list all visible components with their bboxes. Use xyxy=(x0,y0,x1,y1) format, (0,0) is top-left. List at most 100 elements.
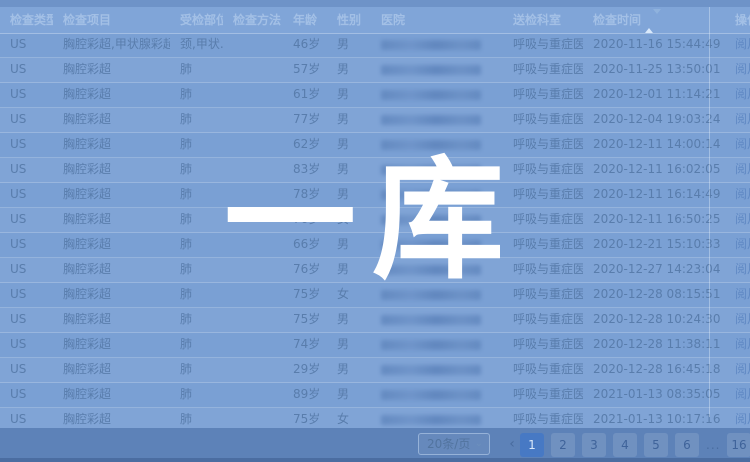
table-row[interactable]: US 胸腔彩超 肺 62岁 男 呼吸与重症医... 2020-12-11 14:… xyxy=(0,133,750,158)
cell-age: 29岁 xyxy=(283,358,327,382)
cell-exam-item: 胸腔彩超,甲状腺彩超 xyxy=(53,33,170,57)
table-header: 检查类型 检查项目 受检部位 检查方法 年龄 性别 医院 送检科室 检查时间 操… xyxy=(0,7,750,34)
cell-gender: 男 xyxy=(327,58,371,82)
cell-gender: 男 xyxy=(327,158,371,182)
header-exam-time[interactable]: 检查时间 xyxy=(583,7,725,33)
cell-exam-item: 胸腔彩超 xyxy=(53,233,170,257)
cell-exam-item: 胸腔彩超 xyxy=(53,208,170,232)
cell-gender: 男 xyxy=(327,233,371,257)
view-film-link[interactable]: 阅片 xyxy=(735,387,750,401)
cell-action: 阅片 xyxy=(725,158,750,182)
page-button-1[interactable]: 1 xyxy=(520,433,544,457)
cell-exam-method xyxy=(223,283,283,307)
view-film-link[interactable]: 阅片 xyxy=(735,137,750,151)
cell-hospital xyxy=(371,283,503,307)
cell-exam-time: 2020-12-01 11:14:21 xyxy=(583,83,725,107)
cell-exam-item: 胸腔彩超 xyxy=(53,283,170,307)
view-film-link[interactable]: 阅片 xyxy=(735,362,750,376)
redacted-hospital-name xyxy=(381,165,481,175)
view-film-link[interactable]: 阅片 xyxy=(735,187,750,201)
table-row[interactable]: US 胸腔彩超 肺 29岁 男 呼吸与重症医... 2020-12-28 16:… xyxy=(0,358,750,383)
table-row[interactable]: US 胸腔彩超 肺 76岁 女 呼吸与重症医... 2020-12-11 16:… xyxy=(0,208,750,233)
view-film-link[interactable]: 阅片 xyxy=(735,87,750,101)
page-button-16[interactable]: 16 xyxy=(727,433,750,457)
cell-age: 78岁 xyxy=(283,183,327,207)
cell-department: 呼吸与重症医... xyxy=(503,258,583,282)
cell-exam-time: 2020-12-27 14:23:04 xyxy=(583,258,725,282)
cell-hospital xyxy=(371,133,503,157)
header-hospital: 医院 xyxy=(371,7,503,33)
cell-hospital xyxy=(371,33,503,57)
cell-hospital xyxy=(371,333,503,357)
view-film-link[interactable]: 阅片 xyxy=(735,287,750,301)
view-film-link[interactable]: 阅片 xyxy=(735,412,750,426)
cell-action: 阅片 xyxy=(725,333,750,357)
view-film-link[interactable]: 阅片 xyxy=(735,312,750,326)
table-row[interactable]: US 胸腔彩超 肺 83岁 男 呼吸与重症医... 2020-12-11 16:… xyxy=(0,158,750,183)
view-film-link[interactable]: 阅片 xyxy=(735,212,750,226)
table-row[interactable]: US 胸腔彩超 肺 75岁 男 呼吸与重症医... 2020-12-28 10:… xyxy=(0,308,750,333)
cell-department: 呼吸与重症医... xyxy=(503,133,583,157)
view-film-link[interactable]: 阅片 xyxy=(735,162,750,176)
view-film-link[interactable]: 阅片 xyxy=(735,62,750,76)
redacted-hospital-name xyxy=(381,290,481,300)
header-exam-type: 检查类型 xyxy=(0,7,53,33)
table-row[interactable]: US 胸腔彩超 肺 76岁 男 呼吸与重症医... 2020-12-27 14:… xyxy=(0,258,750,283)
sort-caret-icon[interactable] xyxy=(645,8,661,34)
cell-gender: 男 xyxy=(327,333,371,357)
cell-age: 76岁 xyxy=(283,208,327,232)
sort-descending-icon[interactable] xyxy=(653,9,661,28)
page-button-6[interactable]: 6 xyxy=(675,433,699,457)
table-row[interactable]: US 胸腔彩超 肺 75岁 女 呼吸与重症医... 2020-12-28 08:… xyxy=(0,283,750,308)
table-row[interactable]: US 胸腔彩超 肺 77岁 男 呼吸与重症医... 2020-12-04 19:… xyxy=(0,108,750,133)
cell-exam-time: 2020-12-11 14:00:14 xyxy=(583,133,725,157)
page-button-3[interactable]: 3 xyxy=(582,433,606,457)
table-row[interactable]: US 胸腔彩超 肺 74岁 男 呼吸与重症医... 2020-12-28 11:… xyxy=(0,333,750,358)
cell-gender: 男 xyxy=(327,258,371,282)
cell-action: 阅片 xyxy=(725,58,750,82)
table-row[interactable]: US 胸腔彩超 肺 61岁 男 呼吸与重症医... 2020-12-01 11:… xyxy=(0,83,750,108)
cell-action: 阅片 xyxy=(725,258,750,282)
cell-exam-time: 2020-12-11 16:02:05 xyxy=(583,158,725,182)
cell-exam-item: 胸腔彩超 xyxy=(53,158,170,182)
cell-action: 阅片 xyxy=(725,283,750,307)
cell-gender: 男 xyxy=(327,358,371,382)
cell-gender: 男 xyxy=(327,33,371,57)
previous-page-button[interactable]: ‹ xyxy=(502,433,522,457)
cell-body-part: 肺 xyxy=(170,133,223,157)
page-button-2[interactable]: 2 xyxy=(551,433,575,457)
sort-ascending-icon[interactable] xyxy=(645,14,653,33)
table-row[interactable]: US 胸腔彩超 肺 66岁 男 呼吸与重症医... 2020-12-21 15:… xyxy=(0,233,750,258)
cell-gender: 男 xyxy=(327,183,371,207)
page-size-select[interactable]: 20条/页 ⌄ xyxy=(418,433,490,455)
cell-exam-time: 2020-12-11 16:14:49 xyxy=(583,183,725,207)
cell-body-part: 肺 xyxy=(170,333,223,357)
cell-exam-type: US xyxy=(0,58,53,82)
cell-body-part: 肺 xyxy=(170,258,223,282)
table-row[interactable]: US 胸腔彩超 肺 78岁 男 呼吸与重症医... 2020-12-11 16:… xyxy=(0,183,750,208)
view-film-link[interactable]: 阅片 xyxy=(735,337,750,351)
header-action: 操作 xyxy=(725,7,750,33)
cell-exam-method xyxy=(223,208,283,232)
cell-age: 75岁 xyxy=(283,308,327,332)
cell-gender: 男 xyxy=(327,83,371,107)
cell-exam-type: US xyxy=(0,108,53,132)
table-row[interactable]: US 胸腔彩超 肺 89岁 男 呼吸与重症医... 2021-01-13 08:… xyxy=(0,383,750,408)
table-row[interactable]: US 胸腔彩超 肺 57岁 男 呼吸与重症医... 2020-11-25 13:… xyxy=(0,58,750,83)
header-body-part: 受检部位 xyxy=(170,7,223,33)
table-row[interactable]: US 胸腔彩超,甲状腺彩超 颈,甲状... 46岁 男 呼吸与重症医... 20… xyxy=(0,33,750,58)
redacted-hospital-name xyxy=(381,365,481,375)
view-film-link[interactable]: 阅片 xyxy=(735,262,750,276)
cell-exam-type: US xyxy=(0,83,53,107)
cell-hospital xyxy=(371,58,503,82)
view-film-link[interactable]: 阅片 xyxy=(735,112,750,126)
cell-body-part: 肺 xyxy=(170,283,223,307)
view-film-link[interactable]: 阅片 xyxy=(735,237,750,251)
cell-department: 呼吸与重症医... xyxy=(503,183,583,207)
redacted-hospital-name xyxy=(381,390,481,400)
page-button-4[interactable]: 4 xyxy=(613,433,637,457)
cell-age: 74岁 xyxy=(283,333,327,357)
page-button-5[interactable]: 5 xyxy=(644,433,668,457)
cell-body-part: 肺 xyxy=(170,158,223,182)
view-film-link[interactable]: 阅片 xyxy=(735,37,750,51)
